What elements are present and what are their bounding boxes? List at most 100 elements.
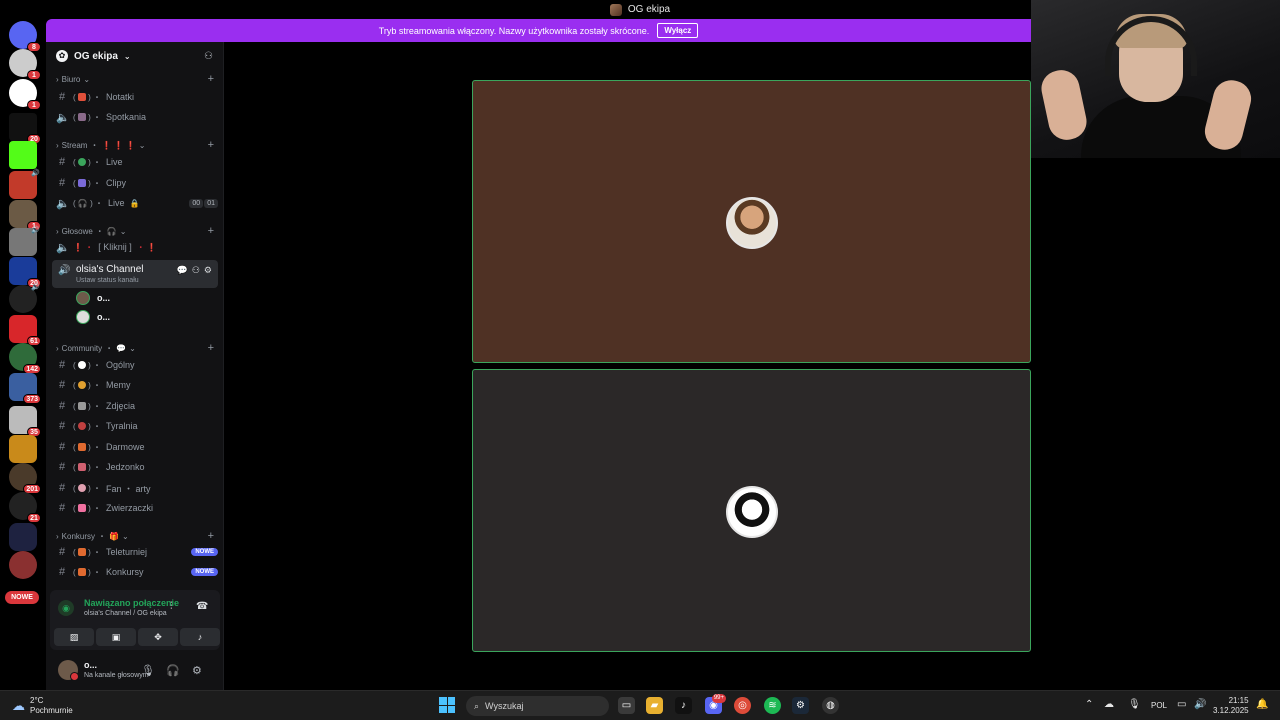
server-icon[interactable] xyxy=(9,435,37,463)
voice-status[interactable]: Nawiązano połączenie xyxy=(84,598,179,608)
folder-icon[interactable] xyxy=(9,523,37,551)
server-icon[interactable]: 142 xyxy=(9,343,41,374)
channel-label: [ Kliknij ] xyxy=(98,242,132,252)
server-icon[interactable]: 20 xyxy=(9,113,41,144)
server-icon[interactable]: 21 xyxy=(9,492,41,523)
invite-icon[interactable]: ⚇ xyxy=(192,265,200,276)
soundboard-button[interactable]: ♪ xyxy=(180,628,220,646)
channel-label: Zwierzaczki xyxy=(106,503,154,513)
channel-tyralnia[interactable]: # ( ) ・ Tyralnia xyxy=(56,417,218,435)
notification-bell-icon[interactable]: 🔔 xyxy=(1256,699,1268,710)
language-indicator[interactable]: POL xyxy=(1151,701,1167,710)
chat-icon[interactable]: 💬 xyxy=(177,265,188,276)
category-stream[interactable]: › Stream ・ ❗ ❗ ❗ ⌄ + xyxy=(56,138,214,152)
active-voice-channel[interactable]: 🔊 olsia's Channel Ustaw status kanału 💬 … xyxy=(52,260,218,288)
invite-people-icon[interactable]: ⚇ xyxy=(204,51,213,62)
gear-icon[interactable]: ⚙ xyxy=(192,664,202,677)
channel-zwierzaczki[interactable]: # ( ) ・ Zwierzaczki xyxy=(56,499,218,517)
channel-emoji: ( ) ・ xyxy=(73,483,101,493)
channel-label: Notatki xyxy=(106,92,135,102)
discord-home-icon[interactable]: 8 xyxy=(9,21,41,52)
server-icon[interactable]: 1 xyxy=(9,49,41,80)
user-name[interactable]: o... xyxy=(84,660,97,670)
voice-member[interactable]: o... xyxy=(76,290,110,306)
channel-teleturniej[interactable]: # ( ) ・ Teleturniej NOWE xyxy=(56,543,218,561)
tiktok-icon[interactable]: ♪ xyxy=(675,697,692,714)
category-glosowe[interactable]: › Głosowe ・ 🎧 ⌄ + xyxy=(56,224,214,238)
channel-konkursy[interactable]: # ( ) ・ Konkursy NOWE xyxy=(56,563,218,581)
channel-zdjecia[interactable]: # ( ) ・ Zdjęcia xyxy=(56,397,218,415)
headphones-icon[interactable]: 🎧 xyxy=(166,664,180,677)
cloud-sync-icon[interactable]: ☁ xyxy=(1104,699,1114,710)
file-explorer-icon[interactable]: ▰ xyxy=(646,697,663,714)
server-icon[interactable]: 373 xyxy=(9,373,41,404)
channel-live[interactable]: # ( ) ・ Live xyxy=(56,153,218,171)
disconnect-icon[interactable]: ☎ xyxy=(196,601,208,612)
server-icon[interactable]: 🔊 xyxy=(9,227,40,256)
voice-member[interactable]: o... xyxy=(76,309,110,325)
channel-fan-arty[interactable]: # ( ) ・ Fan ・ arty xyxy=(56,479,218,497)
new-unreads-pill[interactable]: NOWE xyxy=(5,591,39,604)
disable-streamer-mode-button[interactable]: Wyłącz xyxy=(657,23,699,38)
clock[interactable]: 21:15 3.12.2025 xyxy=(1213,696,1249,716)
server-icon[interactable]: 20 xyxy=(9,257,41,288)
server-icon[interactable]: 61 xyxy=(9,315,41,346)
channel-ogolny[interactable]: # ( ) ・ Ogólny xyxy=(56,356,218,374)
set-channel-status[interactable]: Ustaw status kanału xyxy=(76,277,139,284)
screen-share-button[interactable]: ▣ xyxy=(96,628,136,646)
server-icon[interactable]: 1 xyxy=(9,200,41,231)
signal-icon[interactable]: ◉ xyxy=(58,600,74,616)
weather-widget[interactable]: ☁ 2°C Pochmurnie xyxy=(12,696,73,716)
add-channel-icon[interactable]: + xyxy=(208,73,214,85)
network-icon[interactable]: ▭ xyxy=(1177,699,1186,710)
noise-suppression-icon[interactable]: ⫶ xyxy=(170,601,173,612)
activities-button[interactable]: ✥ xyxy=(138,628,178,646)
avatar[interactable] xyxy=(58,660,79,681)
add-channel-icon[interactable]: + xyxy=(208,225,214,237)
spotify-icon[interactable]: ≋ xyxy=(764,697,781,714)
participant-tile[interactable] xyxy=(472,80,1031,363)
server-icon[interactable]: 35 xyxy=(9,406,41,437)
search-icon: ⌕ xyxy=(474,700,480,711)
category-biuro[interactable]: › Biuro ⌄ + xyxy=(56,72,214,86)
server-icon[interactable]: 1 xyxy=(9,79,41,110)
channel-label: Live xyxy=(106,157,123,167)
avatar xyxy=(76,310,90,324)
category-konkursy[interactable]: › Konkursy ・ 🎁 ⌄ + xyxy=(56,529,214,543)
chrome-icon[interactable]: ◎ xyxy=(734,697,751,714)
microphone-icon[interactable]: 🎙 xyxy=(1128,699,1141,710)
start-button[interactable] xyxy=(439,697,455,713)
channel-kliknij[interactable]: 🔈 ❗ ・ [ Kliknij ] ・ ❗ xyxy=(56,238,218,256)
kick-icon[interactable] xyxy=(9,141,37,169)
server-header[interactable]: ✿ OG ekipa ⌄ ⚇ xyxy=(46,42,223,70)
participant-tile[interactable] xyxy=(472,369,1031,652)
gear-icon[interactable]: ⚙ xyxy=(204,265,212,276)
server-icon[interactable] xyxy=(9,551,37,579)
discord-icon[interactable]: ◉ 99+ xyxy=(705,694,726,714)
channel-live-voice[interactable]: 🔈 ( 🎧 ) ・ Live 🔒 00 01 xyxy=(56,194,218,212)
category-community[interactable]: › Community ・ 💬 ⌄ + xyxy=(56,341,214,355)
channel-clipy[interactable]: # ( ) ・ Clipy xyxy=(56,174,218,192)
server-icon[interactable]: 201 xyxy=(9,463,41,494)
search-box[interactable]: ⌕ Wyszukaj xyxy=(466,696,609,716)
microphone-icon[interactable]: 🎙 xyxy=(141,664,155,677)
text-channel-icon: # xyxy=(58,546,66,558)
voice-channel-icon: 🔈 xyxy=(56,197,70,210)
add-channel-icon[interactable]: + xyxy=(208,530,214,542)
chevron-up-icon[interactable]: ⌃ xyxy=(1085,699,1093,710)
task-view-icon[interactable]: ▭ xyxy=(618,697,635,714)
voice-location[interactable]: olsia's Channel / OG ekipa xyxy=(84,610,167,617)
channel-darmowe[interactable]: # ( ) ・ Darmowe xyxy=(56,438,218,456)
channel-spotkania[interactable]: 🔈 ( ) ・ Spotkania xyxy=(56,108,218,126)
obs-icon[interactable]: ◍ xyxy=(822,697,839,714)
channel-jedzonko[interactable]: # ( ) ・ Jedzonko xyxy=(56,458,218,476)
channel-notatki[interactable]: # ( ) ・ Notatki xyxy=(56,88,218,106)
camera-off-button[interactable]: ▨ xyxy=(54,628,94,646)
steam-icon[interactable]: ⚙ xyxy=(792,697,809,714)
channel-memy[interactable]: # ( ) ・ Memy xyxy=(56,376,218,394)
server-icon[interactable]: 🔊 xyxy=(9,170,40,199)
add-channel-icon[interactable]: + xyxy=(208,139,214,151)
server-icon[interactable]: 🔊 xyxy=(9,284,40,313)
add-channel-icon[interactable]: + xyxy=(208,342,214,354)
volume-icon[interactable]: 🔊 xyxy=(1194,699,1206,710)
